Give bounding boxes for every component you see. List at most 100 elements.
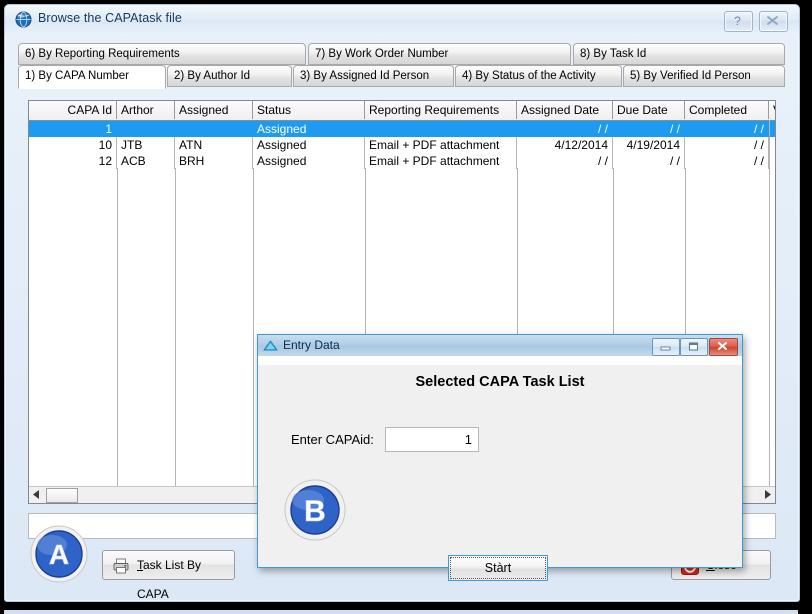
dialog-close-button[interactable] (709, 338, 738, 356)
badge-a: A (30, 525, 88, 583)
grid-header-reporting-requirements[interactable]: Reporting Requirements (365, 101, 517, 119)
tab-label: 4) By Status of the Activity (462, 70, 596, 82)
cell-arthor (117, 121, 175, 137)
grid-header-row: CAPA Id Arthor Assigned Status Reporting… (29, 101, 775, 121)
help-button[interactable]: ? (724, 11, 753, 32)
grid-header-arthor[interactable]: Arthor (117, 101, 175, 119)
dialog-title: Entry Data (283, 338, 340, 352)
header-label: Due Date (617, 103, 668, 117)
cell-due-date: / / (613, 153, 685, 169)
grid-header-verified[interactable]: V (769, 101, 776, 119)
tab-by-work-order-number[interactable]: 7) By Work Order Number (308, 43, 571, 65)
grid-header-capa-id[interactable]: CAPA Id (29, 101, 117, 119)
tab-row-top: 6) By Reporting Requirements 7) By Work … (5, 43, 799, 65)
globe-icon (15, 11, 32, 28)
cell-arthor: JTB (117, 137, 175, 153)
header-label: Arthor (121, 103, 154, 117)
tab-label: 3) By Assigned Id Person (300, 70, 429, 82)
close-window-button[interactable] (759, 11, 788, 32)
scroll-right-arrow-icon[interactable] (759, 487, 775, 502)
tab-by-reporting-requirements[interactable]: 6) By Reporting Requirements (18, 43, 306, 65)
dialog-maximize-button[interactable] (680, 338, 708, 356)
table-row[interactable]: 12 ACB BRH Assigned Email + PDF attachme… (29, 153, 775, 169)
cell-completed: / / (685, 121, 769, 137)
header-label: Assigned Date (521, 103, 599, 117)
cell-completed: / / (685, 137, 769, 153)
tab-label: 1) By CAPA Number (25, 70, 129, 82)
cell-reporting (365, 121, 517, 137)
grid-divider (117, 168, 118, 487)
cell-verified (769, 153, 776, 169)
tab-row-bottom: 1) By CAPA Number 2) By Author Id 3) By … (5, 65, 799, 89)
tab-by-task-id[interactable]: 8) By Task Id (573, 43, 785, 65)
grid-divider (253, 168, 254, 487)
triangle-icon (263, 338, 278, 353)
cell-status: Assigned (253, 153, 365, 169)
grid-divider (769, 120, 770, 487)
dialog-heading: Selected CAPA Task List (258, 374, 742, 390)
header-label: Assigned (179, 103, 228, 117)
window-titlebar: Browse the CAPAtask file ? (5, 5, 799, 35)
tab-label: 6) By Reporting Requirements (25, 48, 180, 60)
dialog-minimize-button[interactable] (652, 338, 680, 356)
start-button[interactable]: Stàrt (448, 555, 548, 581)
dialog-titlebar: Entry Data (258, 335, 742, 357)
cell-capa-id: 1 (29, 121, 117, 137)
cell-capa-id: 10 (29, 137, 117, 153)
grid-header-assigned[interactable]: Assigned (175, 101, 253, 119)
tab-label: 7) By Work Order Number (315, 48, 448, 60)
tab-by-status-of-the-activity[interactable]: 4) By Status of the Activity (455, 65, 622, 87)
cell-assigned-date: 4/12/2014 (517, 137, 613, 153)
header-label: Status (257, 103, 291, 117)
header-label: Completed (689, 103, 747, 117)
cell-assigned-date: / / (517, 121, 613, 137)
grid-divider (175, 168, 176, 487)
svg-text:?: ? (734, 14, 741, 28)
cell-due-date: 4/19/2014 (613, 137, 685, 153)
cell-reporting: Email + PDF attachment (365, 137, 517, 153)
cell-status: Assigned (253, 137, 365, 153)
focus-ring (450, 557, 546, 579)
cell-verified (769, 137, 776, 153)
cell-verified (769, 121, 776, 137)
tab-label: 2) By Author Id (174, 70, 250, 82)
window-title: Browse the CAPAtask file (38, 11, 182, 25)
tab-by-verified-id-person[interactable]: 5) By Verified Id Person (623, 65, 785, 87)
cell-arthor: ACB (117, 153, 175, 169)
cell-capa-id: 12 (29, 153, 117, 169)
printer-icon (112, 557, 130, 575)
task-list-label-rest: ask List By CAPA (137, 558, 201, 601)
tab-label: 8) By Task Id (580, 48, 646, 60)
tab-by-capa-number[interactable]: 1) By CAPA Number (18, 65, 166, 89)
tab-by-assigned-id-person[interactable]: 3) By Assigned Id Person (293, 65, 454, 87)
capaid-field-label: Enter CAPAid: (291, 432, 374, 447)
table-row[interactable]: 10 JTB ATN Assigned Email + PDF attachme… (29, 137, 775, 153)
badge-a-letter: A (49, 539, 69, 570)
cell-assigned: BRH (175, 153, 253, 169)
header-label: V (773, 103, 776, 117)
header-label: CAPA Id (68, 103, 112, 117)
desktop-sliver (4, 610, 798, 614)
cell-status: Assigned (253, 121, 365, 137)
tab-label: 5) By Verified Id Person (630, 70, 751, 82)
grid-header-due-date[interactable]: Due Date (613, 101, 685, 119)
scroll-left-arrow-icon[interactable] (29, 487, 45, 502)
cell-completed: / / (685, 153, 769, 169)
grid-header-assigned-date[interactable]: Assigned Date (517, 101, 613, 119)
grid-header-status[interactable]: Status (253, 101, 365, 119)
badge-b: B (284, 479, 346, 541)
screen: Browse the CAPAtask file ? 6) By Reporti… (0, 0, 812, 614)
task-list-by-capa-button[interactable]: Task List By CAPA (102, 550, 235, 580)
cell-due-date: / / (613, 121, 685, 137)
table-row[interactable]: 1 Assigned / / / / / / (29, 121, 775, 137)
badge-b-letter: B (304, 495, 326, 528)
scrollbar-thumb[interactable] (46, 488, 78, 503)
tab-by-author-id[interactable]: 2) By Author Id (167, 65, 292, 87)
capaid-input[interactable] (385, 427, 479, 452)
header-label: Reporting Requirements (369, 103, 499, 117)
cell-assigned (175, 121, 253, 137)
dialog-top-strip (258, 356, 742, 365)
grid-body: 1 Assigned / / / / / / 10 JTB ATN Assign… (29, 121, 775, 169)
grid-header-completed[interactable]: Completed (685, 101, 769, 119)
cell-assigned: ATN (175, 137, 253, 153)
